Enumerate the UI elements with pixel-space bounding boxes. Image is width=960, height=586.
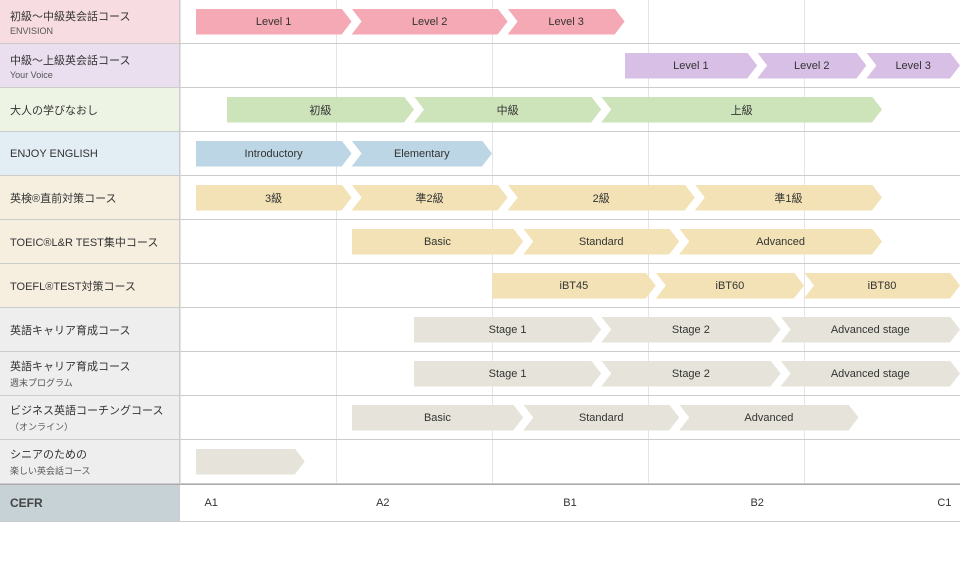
level-segment: Level 2 (757, 53, 866, 79)
course-row-enjoy: ENJOY ENGLISH IntroductoryElementary (0, 132, 960, 176)
course-track: iBT45iBT60iBT80 (180, 264, 960, 307)
cefr-tick: A2 (376, 497, 389, 509)
course-title: 大人の学びなおし (10, 102, 169, 118)
course-row-toeic: TOEIC®L&R TEST集中コース BasicStandardAdvanced (0, 220, 960, 264)
level-segment: Level 1 (196, 9, 352, 35)
course-row-manabi: 大人の学びなおし初級中級上級 (0, 88, 960, 132)
course-label: 英語キャリア育成コース週末プログラム (0, 352, 180, 395)
course-row-toefl: TOEFL®TEST対策コース iBT45iBT60iBT80 (0, 264, 960, 308)
level-segment: Introductory (196, 141, 352, 167)
course-track: 3級準2級2級準1級 (180, 176, 960, 219)
level-segment: 2級 (508, 185, 695, 211)
level-segment: Stage 2 (601, 317, 780, 343)
course-label: TOEFL®TEST対策コース (0, 264, 180, 307)
cefr-tick: A1 (204, 497, 217, 509)
course-title: 英語キャリア育成コース (10, 358, 169, 374)
level-segment: 初級 (227, 97, 414, 123)
level-segment: Elementary (352, 141, 492, 167)
cefr-tick: B2 (750, 497, 763, 509)
course-title: TOEFL®TEST対策コース (10, 278, 169, 294)
cefr-row: CEFR A1 A2 B1 B2 C1 (0, 484, 960, 522)
level-segment: Level 3 (508, 9, 625, 35)
course-title: 英語キャリア育成コース (10, 322, 169, 338)
course-track: Stage 1Stage 2Advanced stage (180, 352, 960, 395)
course-track: BasicStandardAdvanced (180, 396, 960, 439)
course-row-eiken: 英検®直前対策コース 3級準2級2級準1級 (0, 176, 960, 220)
level-segment: Stage 1 (414, 317, 601, 343)
course-subtitle: Your Voice (10, 70, 169, 80)
course-track: Level 1Level 2Level 3 (180, 44, 960, 87)
course-row-senior: シニアのための楽しい英会話コース (0, 440, 960, 484)
level-segment: iBT60 (656, 273, 804, 299)
level-segment: 3級 (196, 185, 352, 211)
course-label: シニアのための楽しい英会話コース (0, 440, 180, 483)
course-track: Stage 1Stage 2Advanced stage (180, 308, 960, 351)
level-segment (196, 449, 305, 475)
course-subtitle: 楽しい英会話コース (10, 464, 169, 477)
level-segment: 準2級 (352, 185, 508, 211)
level-segment: Standard (523, 405, 679, 431)
level-segment: Advanced stage (781, 361, 960, 387)
course-row-career: 英語キャリア育成コース Stage 1Stage 2Advanced stage (0, 308, 960, 352)
cefr-tick: C1 (937, 497, 951, 509)
course-label: ENJOY ENGLISH (0, 132, 180, 175)
course-subtitle: ENVISION (10, 26, 169, 36)
course-label: ビジネス英語コーチングコース （オンライン） (0, 396, 180, 439)
course-level-chart: 初級〜中級英会話コースENVISIONLevel 1Level 2Level 3… (0, 0, 960, 522)
course-track (180, 440, 960, 483)
course-title: 中級〜上級英会話コース (10, 52, 169, 68)
level-segment: Stage 1 (414, 361, 601, 387)
course-label: 中級〜上級英会話コース Your Voice (0, 44, 180, 87)
level-segment: Level 1 (625, 53, 758, 79)
course-row-career_weekend: 英語キャリア育成コース週末プログラムStage 1Stage 2Advanced… (0, 352, 960, 396)
level-segment: Standard (523, 229, 679, 255)
course-track: BasicStandardAdvanced (180, 220, 960, 263)
cefr-scale: A1 A2 B1 B2 C1 (180, 485, 960, 521)
course-row-yourvoice: 中級〜上級英会話コース Your Voice Level 1Level 2Level… (0, 44, 960, 88)
level-segment: Basic (352, 405, 524, 431)
course-label: 初級〜中級英会話コース ENVISION (0, 0, 180, 43)
level-segment: 準1級 (695, 185, 882, 211)
course-title: 初級〜中級英会話コース (10, 8, 169, 24)
cefr-label: CEFR (0, 485, 180, 521)
course-title: ENJOY ENGLISH (10, 148, 169, 160)
level-segment: Advanced stage (781, 317, 960, 343)
course-title: ビジネス英語コーチングコース (10, 402, 169, 418)
level-segment: Level 2 (352, 9, 508, 35)
course-row-envision: 初級〜中級英会話コース ENVISION Level 1Level 2Level 3 (0, 0, 960, 44)
course-title: 英検®直前対策コース (10, 190, 169, 206)
level-segment: Advanced (679, 405, 858, 431)
level-segment: iBT80 (804, 273, 960, 299)
course-track: Level 1Level 2Level 3 (180, 0, 960, 43)
course-subtitle: （オンライン） (10, 420, 169, 433)
course-label: 大人の学びなおし (0, 88, 180, 131)
course-label: TOEIC®L&R TEST集中コース (0, 220, 180, 263)
course-row-biz_coaching: ビジネス英語コーチングコース （オンライン） BasicStandardAdvanc… (0, 396, 960, 440)
course-title: TOEIC®L&R TEST集中コース (10, 234, 169, 250)
level-segment: 中級 (414, 97, 601, 123)
cefr-tick: B1 (563, 497, 576, 509)
course-track: 初級中級上級 (180, 88, 960, 131)
course-label: 英語キャリア育成コース (0, 308, 180, 351)
course-label: 英検®直前対策コース (0, 176, 180, 219)
level-segment: Basic (352, 229, 524, 255)
level-segment: Advanced (679, 229, 882, 255)
course-track: IntroductoryElementary (180, 132, 960, 175)
level-segment: Level 3 (866, 53, 960, 79)
level-segment: 上級 (601, 97, 882, 123)
course-subtitle: 週末プログラム (10, 376, 169, 389)
course-title: シニアのための (10, 446, 169, 462)
level-segment: Stage 2 (601, 361, 780, 387)
level-segment: iBT45 (492, 273, 656, 299)
